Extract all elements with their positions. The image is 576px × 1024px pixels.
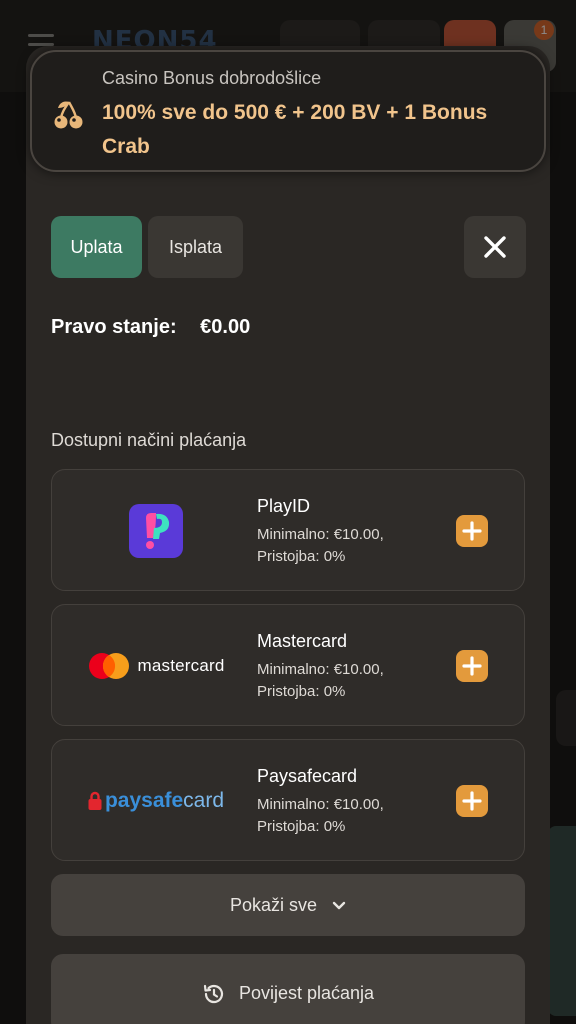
balance-label: Pravo stanje: — [51, 316, 177, 338]
method-name: Paysafecard — [257, 766, 358, 786]
chevron-down-icon — [332, 902, 346, 910]
close-icon — [484, 236, 506, 258]
add-method-button[interactable] — [456, 515, 488, 547]
mastercard-logo: mastercard — [70, 605, 242, 727]
plus-icon — [462, 791, 482, 811]
payment-method-paysafecard[interactable]: paysafecard Paysafecard Minimalno: €10.0… — [51, 739, 525, 861]
history-label: Povijest plaćanja — [238, 982, 375, 1003]
method-fee: Pristojba: 0% — [257, 683, 346, 700]
add-method-button[interactable] — [456, 650, 488, 682]
method-minimum: Minimalno: €10.00, — [257, 526, 384, 543]
plus-icon — [462, 656, 482, 676]
history-icon — [203, 984, 224, 1004]
tab-deposit[interactable]: Uplata — [51, 216, 142, 278]
mastercard-wordmark: mastercard — [137, 656, 225, 675]
cherries-icon — [54, 101, 83, 129]
method-minimum: Minimalno: €10.00, — [257, 796, 384, 813]
balance-value: €0.00 — [200, 316, 251, 338]
bonus-subtitle: Casino Bonus dobrodošlice — [102, 68, 322, 88]
method-minimum: Minimalno: €10.00, — [257, 661, 384, 678]
close-button[interactable] — [464, 216, 526, 278]
method-fee: Pristojba: 0% — [257, 548, 346, 565]
payment-methods-title: Dostupni načini plaćanja — [51, 430, 247, 450]
playid-logo — [70, 470, 242, 592]
show-all-label: Pokaži sve — [229, 895, 318, 915]
method-name: Mastercard — [257, 631, 348, 651]
show-all-button[interactable]: Pokaži sve — [51, 874, 525, 936]
welcome-bonus-banner[interactable]: Casino Bonus dobrodošlice 100% sve do 50… — [30, 50, 546, 172]
payment-method-playid[interactable]: PlayID Minimalno: €10.00, Pristojba: 0% — [51, 469, 525, 591]
tab-withdraw[interactable]: Isplata — [148, 216, 243, 278]
paysafecard-logo: paysafecard — [70, 740, 242, 862]
paysafecard-wordmark-light: card — [183, 789, 225, 812]
payment-history-button[interactable]: Povijest plaćanja — [51, 954, 525, 1024]
method-fee: Pristojba: 0% — [257, 818, 346, 835]
paysafecard-wordmark-bold: paysafe — [104, 789, 184, 812]
real-balance: Pravo stanje: €0.00 — [51, 316, 250, 339]
add-method-button[interactable] — [456, 785, 488, 817]
method-name: PlayID — [257, 496, 311, 516]
plus-icon — [462, 521, 482, 541]
bonus-title: 100% sve do 500 € + 200 BV + 1 Bonus Cra… — [102, 101, 488, 158]
payment-method-mastercard[interactable]: mastercard Mastercard Minimalno: €10.00,… — [51, 604, 525, 726]
